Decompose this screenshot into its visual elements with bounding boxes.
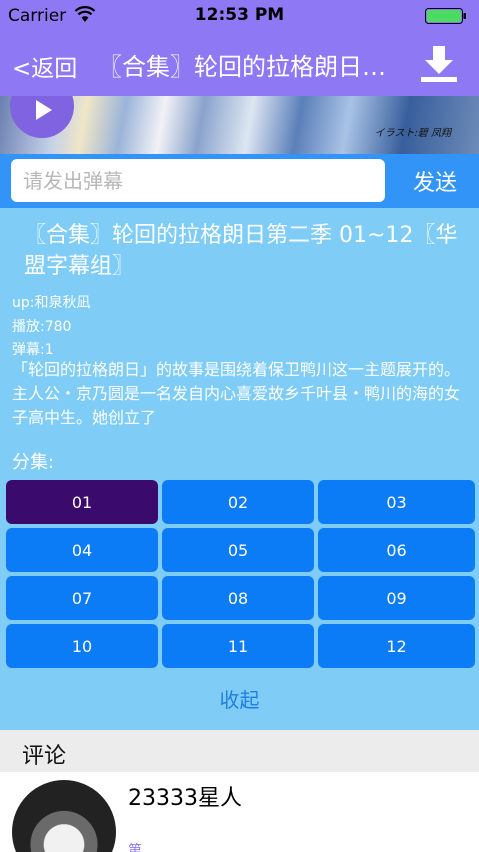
comment-text: 第 bbox=[128, 843, 142, 852]
video-description: 「轮回的拉格朗日」的故事是围绕着保卫鸭川这一主题展开的。主人公・京乃圆是一名发自… bbox=[12, 360, 461, 427]
episodes-label: 分集: bbox=[12, 452, 55, 473]
episode-button[interactable]: 07 bbox=[6, 576, 158, 620]
comments-title: 评论 bbox=[22, 744, 67, 769]
danmaku-bar: 发送 bbox=[0, 154, 479, 208]
episode-button[interactable]: 04 bbox=[6, 528, 158, 572]
video-banner[interactable]: イラスト:碧 凤翔 bbox=[0, 96, 479, 154]
clock: 12:53 PM bbox=[194, 5, 285, 25]
comment-item[interactable]: 23333星人 第 bbox=[0, 772, 479, 852]
banner-credit: イラスト:碧 凤翔 bbox=[374, 128, 451, 139]
video-title: 〖合集〗轮回的拉格朗日第二季 01~12〖华盟字幕组〗 bbox=[24, 223, 458, 279]
episode-button[interactable]: 12 bbox=[318, 624, 475, 668]
comments-header: 评论 bbox=[0, 730, 479, 772]
episode-button[interactable]: 08 bbox=[162, 576, 314, 620]
play-count: 播放:780 bbox=[12, 319, 72, 335]
episode-button[interactable]: 09 bbox=[318, 576, 475, 620]
episode-button[interactable]: 01 bbox=[6, 480, 158, 524]
collapse-button[interactable]: 收起 bbox=[0, 684, 479, 713]
back-button[interactable]: <返回 bbox=[12, 49, 77, 83]
navigation-bar: <返回 〖合集〗轮回的拉格朗日第二季 01~12〖华盟字幕组〗 bbox=[0, 32, 479, 96]
episode-button[interactable]: 11 bbox=[162, 624, 314, 668]
comment-username: 23333星人 bbox=[128, 786, 242, 811]
danmaku-count: 弹幕:1 bbox=[12, 342, 54, 358]
episode-button[interactable]: 02 bbox=[162, 480, 314, 524]
play-icon[interactable] bbox=[10, 96, 74, 138]
episode-button[interactable]: 06 bbox=[318, 528, 475, 572]
uploader: up:和泉秋凪 bbox=[12, 295, 91, 311]
episode-button[interactable]: 10 bbox=[6, 624, 158, 668]
video-info-panel: 〖合集〗轮回的拉格朗日第二季 01~12〖华盟字幕组〗 up:和泉秋凪 播放:7… bbox=[0, 208, 479, 730]
status-bar: Carrier 12:53 PM bbox=[0, 0, 479, 32]
danmaku-input[interactable] bbox=[11, 159, 385, 202]
battery-icon bbox=[425, 8, 466, 24]
download-icon[interactable] bbox=[419, 44, 459, 84]
episode-button[interactable]: 03 bbox=[318, 480, 475, 524]
avatar[interactable] bbox=[12, 780, 116, 852]
send-button[interactable]: 发送 bbox=[397, 162, 473, 200]
nav-title: 〖合集〗轮回的拉格朗日第二季 01~12〖华盟字幕组〗 bbox=[98, 53, 403, 81]
episode-grid: 01 02 03 04 05 06 07 08 09 10 11 12 bbox=[6, 480, 475, 668]
episode-button[interactable]: 05 bbox=[162, 528, 314, 572]
